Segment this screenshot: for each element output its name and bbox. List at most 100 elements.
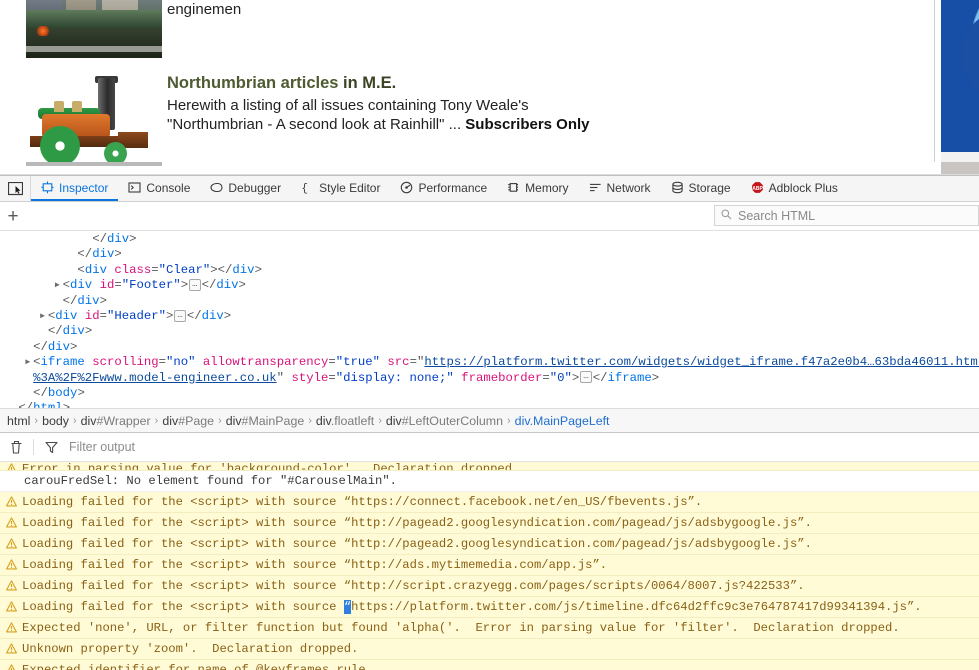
markup-token-pun: > [180,278,189,293]
console-message-warn[interactable]: Loading failed for the <script> with sou… [0,492,979,513]
markup-line[interactable]: <div class="Clear"></div> [0,263,979,278]
markup-token-tw: div [84,262,107,277]
breadcrumb-item-LeftOuterColumn[interactable]: div#LeftOuterColumn [383,414,506,428]
markup-token-pun: </ [18,401,33,408]
console-message-plain[interactable]: carouFredSel: No element found for "#Car… [0,471,979,492]
console-output-list[interactable]: Error in parsing value for 'background-c… [0,462,979,670]
console-message-warn[interactable]: Loading failed for the <script> with sou… [0,597,979,618]
trash-icon[interactable] [4,436,28,458]
tab-console[interactable]: Console [118,176,200,201]
markup-line[interactable]: ▸ <iframe scrolling="no" allowtransparenc… [0,355,979,370]
console-message-text: carouFredSel: No element found for "#Car… [24,473,397,488]
console-message-warn[interactable]: Error in parsing value for 'background-c… [0,462,979,471]
markup-token-tw: body [47,385,78,400]
markup-token-pun: > [651,370,660,385]
console-message-text: Loading failed for the <script> with sou… [22,494,703,509]
markup-line[interactable]: </div> [0,247,979,262]
markup-token-pun: </ [201,278,217,293]
console-message-warn[interactable]: Loading failed for the <script> with sou… [0,534,979,555]
markup-token-at: allowtransparency [195,355,329,370]
console-message-warn[interactable]: Expected identifier for name of @keyfram… [0,660,979,670]
markup-line[interactable]: </body> [0,386,979,401]
article-title[interactable]: Northumbrian articles in M.E. [167,73,637,93]
console-message-warn[interactable]: Loading failed for the <script> with sou… [0,513,979,534]
markup-token-pun: < [62,278,71,293]
warning-icon [6,463,17,470]
markup-token-pun: = [151,262,159,277]
markup-token-pun: < [77,262,85,277]
collapsed-children-icon[interactable]: … [580,371,592,384]
collapsed-children-icon[interactable]: … [189,278,201,291]
collapsed-children-icon[interactable]: … [174,309,186,322]
tab-storage[interactable]: Storage [661,176,741,201]
tab-label: Network [606,180,651,195]
console-message-warn[interactable]: Loading failed for the <script> with sou… [0,576,979,597]
markup-token-pun: = [114,278,122,293]
breadcrumb-item-html[interactable]: html [4,414,33,428]
markup-token-pun: > [77,385,85,400]
tab-performance[interactable]: Performance [390,176,497,201]
warning-icon [6,663,17,670]
tab-style-editor[interactable]: { } Style Editor [291,176,390,201]
markup-line[interactable]: </div> [0,294,979,309]
markup-line[interactable]: </div> [0,324,979,339]
tab-network[interactable]: Network [579,176,661,201]
markup-token-pun: ></ [210,262,233,277]
warning-icon [6,495,17,507]
performance-icon [400,181,413,194]
markup-token-tw: div [47,339,71,354]
tab-inspector[interactable]: Inspector [31,176,119,201]
tab-debugger[interactable]: Debugger [200,176,291,201]
markup-token-tw: iframe [607,370,652,385]
console-message-warn[interactable]: Unknown property 'zoom'. Declaration dro… [0,639,979,660]
breadcrumb-tag: div [315,413,331,428]
storage-icon [671,181,684,194]
article-desc-line2: "Northumbrian - A second look at Rainhil… [167,116,466,133]
element-picker-icon[interactable] [0,176,31,201]
markup-token-lnk[interactable]: https://platform.twitter.com/widgets/wid… [424,355,979,369]
devtools-tab-bar: Inspector Console Debugger { } Style Editor P… [0,176,979,202]
advertisement-banner[interactable] [941,0,979,152]
console-message-warn[interactable]: Expected 'none', URL, or filter function… [0,618,979,639]
console-message-warn[interactable]: Loading failed for the <script> with sou… [0,555,979,576]
markup-token-pun: </ [592,370,608,385]
breadcrumb-selector: #MainPage [241,413,305,428]
toolbar-divider [33,439,34,455]
markup-token-pun: > [70,339,78,354]
markup-tree-view[interactable]: </div> </div> <div class="Clear"></div> … [0,231,979,408]
style-editor-icon: { } [301,181,315,194]
markup-token-pun: </ [62,293,78,308]
markup-line[interactable]: </html> [0,401,979,408]
breadcrumb-selector: #Wrapper [96,413,151,428]
markup-token-pun: = [328,370,336,385]
markup-token-at: frameborder [453,370,543,385]
article-desc-line1: Herewith a listing of all issues contain… [167,97,529,114]
article-title-suffix: in M.E. [338,74,397,92]
breadcrumb-item-MainPageLeft[interactable]: div.MainPageLeft [512,414,613,428]
breadcrumb-item-Wrapper[interactable]: div#Wrapper [78,414,154,428]
markup-line[interactable]: ▸ <div id="Footer">… </div> [0,278,979,293]
expand-triangle-icon[interactable]: ▸ [39,309,48,324]
breadcrumb-item-MainPage[interactable]: div#MainPage [223,414,308,428]
markup-token-pun: = [99,308,107,323]
markup-line[interactable]: ▸ <div id="Header">… </div> [0,309,979,324]
markup-line[interactable]: </div> [0,340,979,355]
filter-output-input[interactable]: Filter output [65,440,135,454]
markup-token-tw: div [216,278,239,293]
search-html-input[interactable]: Search HTML [714,205,979,226]
markup-token-lnk[interactable]: %3A%2F%2Fwww.model-engineer.co.uk [33,371,277,385]
markup-line[interactable]: </div> [0,232,979,247]
breadcrumb-item-Page[interactable]: div#Page [159,414,217,428]
expand-triangle-icon[interactable]: ▸ [24,355,33,370]
tab-memory[interactable]: Memory [497,176,578,201]
search-html-placeholder: Search HTML [738,208,816,223]
breadcrumb-item-body[interactable]: body [39,414,72,428]
funnel-icon[interactable] [39,436,63,458]
expand-triangle-icon[interactable]: ▸ [54,278,63,293]
markup-line[interactable]: %3A%2F%2Fwww.model-engineer.co.uk" style… [0,371,979,386]
markup-token-tw: div [232,262,255,277]
console-message-text: Loading failed for the <script> with sou… [22,578,805,593]
add-new-node-button[interactable]: + [0,203,26,229]
tab-adblock-plus[interactable]: ABP Adblock Plus [741,176,848,201]
breadcrumb-item-floatleft[interactable]: div.floatleft [313,414,377,428]
